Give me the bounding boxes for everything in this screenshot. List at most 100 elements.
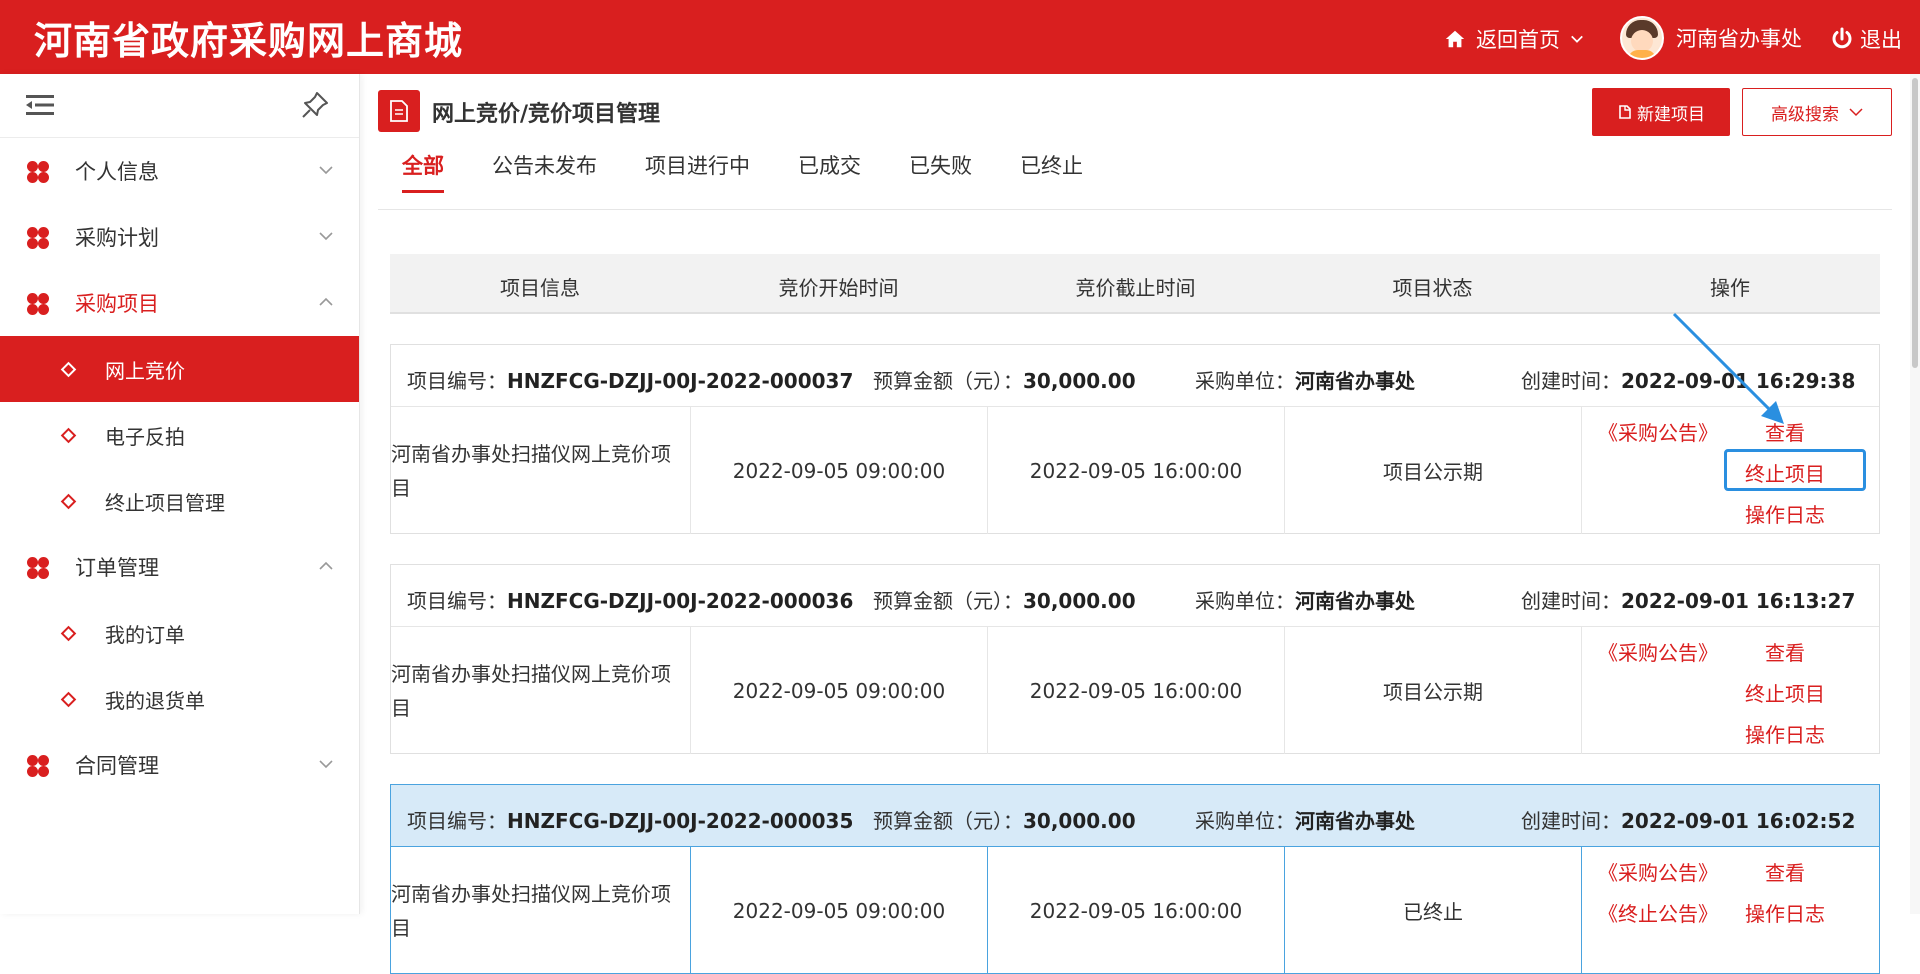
clover-icon bbox=[27, 755, 49, 777]
tab-failed[interactable]: 已失败 bbox=[909, 150, 972, 180]
document-icon bbox=[378, 90, 420, 132]
chevron-up-icon bbox=[319, 561, 333, 570]
project-name: 河南省办事处扫描仪网上竞价项目 bbox=[391, 661, 671, 720]
collapse-menu-icon[interactable] bbox=[26, 94, 54, 116]
sidebar-item-label: 个人信息 bbox=[75, 160, 159, 184]
budget-label: 预算金额（元）： bbox=[873, 369, 1023, 393]
tab-completed[interactable]: 已成交 bbox=[798, 150, 861, 180]
sidebar-item-label: 采购计划 bbox=[75, 226, 159, 250]
sidebar-item-contract-management[interactable]: 合同管理 bbox=[0, 732, 359, 798]
project-code: HNZFCG-DZJJ-00J-2022-000035 bbox=[507, 809, 854, 833]
scrollbar[interactable] bbox=[1910, 74, 1920, 914]
view-link[interactable]: 查看 bbox=[1765, 857, 1805, 886]
end-time-cell: 2022-09-05 16:00:00 bbox=[988, 407, 1285, 534]
new-document-icon bbox=[1619, 105, 1631, 119]
column-header: 竞价截止时间 bbox=[1075, 276, 1196, 300]
active-tab-indicator bbox=[402, 190, 444, 193]
sidebar: 个人信息 采购计划 采购项目 网上竞价 电子反拍 终止项目管理 订单管理 我的订… bbox=[0, 74, 360, 914]
advanced-search-button[interactable]: 高级搜索 bbox=[1742, 88, 1892, 136]
project-card: 项目编号：HNZFCG-DZJJ-00J-2022-000037 预算金额（元）… bbox=[390, 344, 1880, 534]
sidebar-item-order-management[interactable]: 订单管理 bbox=[0, 534, 359, 600]
project-info-cell: 河南省办事处扫描仪网上竞价项目 bbox=[391, 407, 691, 534]
project-created: 2022-09-01 16:02:52 bbox=[1621, 809, 1856, 833]
operation-log-link[interactable]: 操作日志 bbox=[1745, 499, 1825, 528]
chevron-down-icon bbox=[319, 232, 333, 241]
project-body: 河南省办事处扫描仪网上竞价项目 2022-09-05 09:00:00 2022… bbox=[391, 407, 1879, 534]
sidebar-item-personal-info[interactable]: 个人信息 bbox=[0, 138, 359, 204]
terminate-project-link[interactable]: 终止项目 bbox=[1745, 678, 1825, 707]
new-project-label: 新建项目 bbox=[1637, 104, 1705, 124]
sidebar-item-purchase-plan[interactable]: 采购计划 bbox=[0, 204, 359, 270]
status-tabs bbox=[378, 150, 1892, 210]
created-label: 创建时间： bbox=[1521, 589, 1621, 613]
home-icon bbox=[1445, 30, 1465, 48]
view-link[interactable]: 查看 bbox=[1765, 417, 1805, 446]
new-project-button[interactable]: 新建项目 bbox=[1592, 88, 1730, 136]
project-name: 河南省办事处扫描仪网上竞价项目 bbox=[391, 881, 671, 940]
pin-icon[interactable] bbox=[300, 90, 330, 120]
diamond-icon bbox=[60, 427, 77, 443]
project-unit: 河南省办事处 bbox=[1295, 809, 1415, 833]
code-label: 项目编号： bbox=[407, 809, 507, 833]
procurement-notice-link[interactable]: 《采购公告》 bbox=[1598, 417, 1718, 446]
chevron-down-icon bbox=[1849, 108, 1863, 117]
user-menu[interactable]: 河南省办事处 bbox=[1620, 16, 1802, 60]
sidebar-item-online-bidding[interactable]: 网上竞价 bbox=[0, 336, 359, 402]
sidebar-item-label: 我的订单 bbox=[105, 622, 185, 647]
project-budget: 30,000.00 bbox=[1023, 809, 1136, 833]
operation-log-link[interactable]: 操作日志 bbox=[1745, 898, 1825, 927]
sidebar-item-reverse-auction[interactable]: 电子反拍 bbox=[0, 402, 359, 468]
sidebar-item-label: 电子反拍 bbox=[105, 424, 185, 449]
start-time-cell: 2022-09-05 09:00:00 bbox=[691, 847, 988, 974]
project-code: HNZFCG-DZJJ-00J-2022-000037 bbox=[507, 369, 854, 393]
view-link[interactable]: 查看 bbox=[1765, 637, 1805, 666]
sidebar-item-label: 我的退货单 bbox=[105, 688, 205, 713]
site-title: 河南省政府采购网上商城 bbox=[34, 18, 464, 63]
sidebar-toolbar bbox=[0, 74, 359, 138]
main-content: 网上竞价/竞价项目管理 新建项目 高级搜索 全部 公告未发布 项目进行中 已成交… bbox=[378, 74, 1920, 974]
project-budget: 30,000.00 bbox=[1023, 369, 1136, 393]
sidebar-item-purchase-project[interactable]: 采购项目 bbox=[0, 270, 359, 336]
sidebar-item-label: 订单管理 bbox=[75, 556, 159, 580]
home-link[interactable]: 返回首页 bbox=[1444, 24, 1584, 54]
power-icon bbox=[1832, 27, 1852, 49]
status-cell: 项目公示期 bbox=[1285, 627, 1582, 754]
column-header: 项目状态 bbox=[1392, 276, 1473, 300]
status-cell: 已终止 bbox=[1285, 847, 1582, 974]
project-body: 河南省办事处扫描仪网上竞价项目 2022-09-05 09:00:00 2022… bbox=[391, 847, 1879, 974]
diamond-icon bbox=[60, 625, 77, 641]
sidebar-item-label: 网上竞价 bbox=[105, 358, 185, 383]
clover-icon bbox=[27, 293, 49, 315]
created-label: 创建时间： bbox=[1521, 369, 1621, 393]
operations-cell: 《采购公告》 查看 《终止公告》 操作日志 bbox=[1582, 847, 1880, 974]
tab-notice-unpublished[interactable]: 公告未发布 bbox=[492, 150, 597, 180]
project-created: 2022-09-01 16:13:27 bbox=[1621, 589, 1856, 613]
project-created: 2022-09-01 16:29:38 bbox=[1621, 369, 1856, 393]
avatar bbox=[1620, 16, 1664, 60]
sidebar-item-label: 终止项目管理 bbox=[105, 490, 225, 515]
operations-cell: 《采购公告》 查看 终止项目 操作日志 bbox=[1582, 627, 1880, 754]
operation-log-link[interactable]: 操作日志 bbox=[1745, 719, 1825, 748]
procurement-notice-link[interactable]: 《采购公告》 bbox=[1598, 857, 1718, 886]
scrollbar-thumb[interactable] bbox=[1912, 78, 1918, 368]
start-time-cell: 2022-09-05 09:00:00 bbox=[691, 407, 988, 534]
termination-notice-link[interactable]: 《终止公告》 bbox=[1598, 898, 1718, 927]
project-body: 河南省办事处扫描仪网上竞价项目 2022-09-05 09:00:00 2022… bbox=[391, 627, 1879, 754]
sidebar-item-my-returns[interactable]: 我的退货单 bbox=[0, 666, 359, 732]
project-budget: 30,000.00 bbox=[1023, 589, 1136, 613]
end-time-cell: 2022-09-05 16:00:00 bbox=[988, 627, 1285, 754]
tab-terminated[interactable]: 已终止 bbox=[1020, 150, 1083, 180]
project-name: 河南省办事处扫描仪网上竞价项目 bbox=[391, 441, 671, 500]
status-cell: 项目公示期 bbox=[1285, 407, 1582, 534]
logout-button[interactable]: 退出 bbox=[1830, 24, 1902, 54]
chevron-up-icon bbox=[319, 297, 333, 306]
project-card: 项目编号：HNZFCG-DZJJ-00J-2022-000035 预算金额（元）… bbox=[390, 784, 1880, 974]
sidebar-item-my-orders[interactable]: 我的订单 bbox=[0, 600, 359, 666]
tab-all[interactable]: 全部 bbox=[402, 150, 444, 180]
sidebar-item-label: 采购项目 bbox=[75, 292, 159, 316]
chevron-down-icon bbox=[1571, 35, 1583, 43]
sidebar-item-terminated-projects[interactable]: 终止项目管理 bbox=[0, 468, 359, 534]
tab-in-progress[interactable]: 项目进行中 bbox=[645, 150, 750, 180]
end-time-cell: 2022-09-05 16:00:00 bbox=[988, 847, 1285, 974]
procurement-notice-link[interactable]: 《采购公告》 bbox=[1598, 637, 1718, 666]
